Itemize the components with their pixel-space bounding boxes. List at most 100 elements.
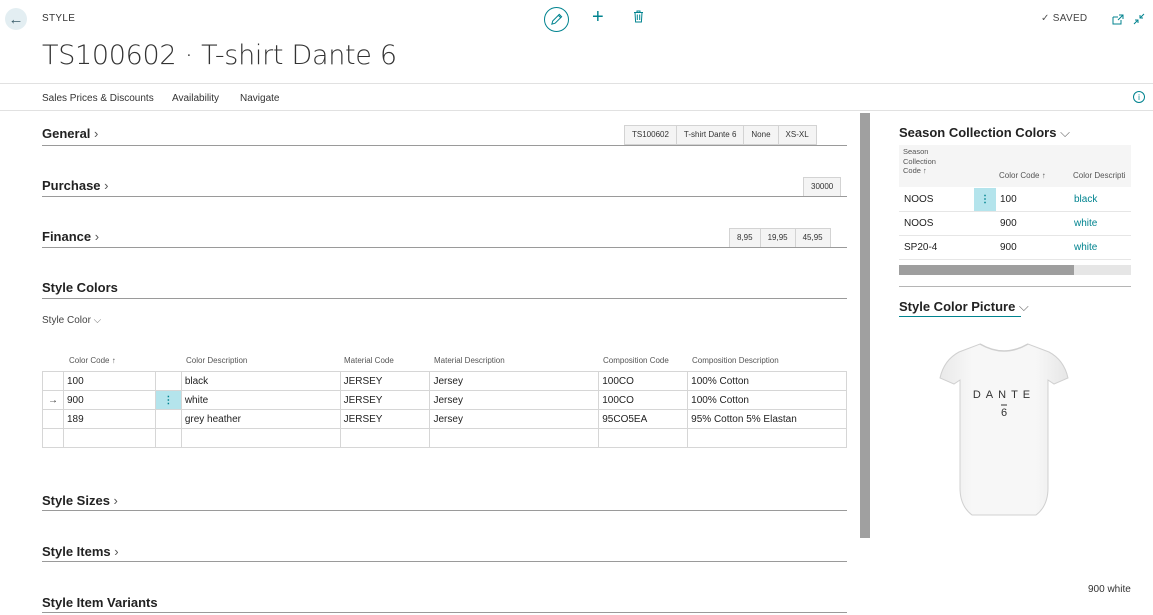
style-color-menu[interactable]: Style Color ⌵ — [42, 315, 101, 326]
style-color-picture-title[interactable]: Style Color Picture ⌵ — [899, 299, 1029, 315]
cell-material-description[interactable]: Jersey — [429, 409, 600, 429]
section-style-sizes[interactable]: Style Sizes › — [42, 493, 118, 508]
collapse-button[interactable] — [1133, 12, 1145, 30]
arrow-left-icon: ← — [8, 10, 24, 28]
title-underline — [899, 316, 1021, 317]
section-style-item-variants[interactable]: Style Item Variants — [42, 595, 158, 610]
cell-color-description[interactable]: grey heather — [180, 409, 341, 429]
action-navigate[interactable]: Navigate — [240, 93, 279, 104]
cell-color-description[interactable]: white — [1074, 242, 1097, 253]
chevron-right-icon: › — [90, 126, 99, 141]
column-header[interactable]: Color Description — [186, 356, 247, 365]
svg-text:6: 6 — [1001, 407, 1007, 419]
cell-color-code[interactable]: 900 — [1000, 218, 1017, 229]
info-icon[interactable]: i — [1133, 91, 1145, 103]
back-button[interactable]: ← — [5, 8, 27, 30]
open-new-window-icon — [1112, 14, 1124, 25]
column-header-color-description[interactable]: Color Descripti — [1073, 171, 1131, 180]
table-row[interactable]: SP20-4 900 white — [899, 236, 1131, 260]
cell-material-code[interactable]: JERSEY — [339, 390, 431, 410]
cell-color-code[interactable]: 100 — [62, 371, 156, 391]
action-sales-prices[interactable]: Sales Prices & Discounts — [42, 93, 154, 104]
cell-season-code[interactable]: NOOS — [904, 194, 933, 205]
vertical-scrollbar[interactable] — [860, 113, 870, 538]
table-row[interactable]: 100 black JERSEY Jersey 100CO 100% Cotto… — [42, 371, 847, 391]
summary-chip: T-shirt Dante 6 — [676, 126, 745, 144]
cell-material-code[interactable]: JERSEY — [339, 371, 431, 391]
column-header[interactable]: Composition Description — [692, 356, 779, 365]
cell-color-description[interactable]: white — [1074, 218, 1097, 229]
column-header[interactable]: Color Code ↑ — [69, 356, 116, 365]
table-row[interactable]: → 900 ⋮ white JERSEY Jersey 100CO 100% C… — [42, 390, 847, 410]
cell-color-description[interactable]: black — [180, 371, 341, 391]
divider — [42, 510, 847, 511]
page-type-label: STYLE — [42, 13, 76, 24]
delete-button[interactable] — [633, 10, 644, 28]
section-finance[interactable]: Finance › — [42, 229, 99, 244]
summary-chip: TS100602 — [625, 126, 677, 144]
summary-chip: None — [744, 126, 779, 144]
cell-composition-description[interactable]: 95% Cotton 5% Elastan — [687, 409, 847, 429]
chevron-right-icon: › — [100, 178, 109, 193]
row-actions-button[interactable]: ⋮ — [154, 390, 182, 410]
horizontal-scrollbar-thumb[interactable] — [899, 265, 1074, 275]
column-header-season-code[interactable]: Season Collection Code ↑ — [903, 147, 936, 176]
section-purchase[interactable]: Purchase › — [42, 178, 109, 193]
cell-color-description[interactable]: black — [1074, 194, 1097, 205]
cell-color-code[interactable]: 900 — [1000, 242, 1017, 253]
section-style-items[interactable]: Style Items › — [42, 544, 119, 559]
cell-material-code[interactable]: JERSEY — [339, 409, 431, 429]
cell-color-code[interactable]: 900 — [62, 390, 156, 410]
cell-composition-code[interactable]: 100CO — [598, 371, 689, 391]
chevron-down-icon: ⌵ — [1015, 299, 1029, 314]
cell-color-code[interactable]: 100 — [1000, 194, 1017, 205]
cell-season-code[interactable]: NOOS — [904, 218, 933, 229]
page-title: TS100602 · T-shirt Dante 6 — [42, 40, 397, 71]
action-availability[interactable]: Availability — [172, 93, 219, 104]
chevron-right-icon: › — [110, 544, 119, 559]
pencil-icon — [551, 13, 563, 25]
section-style-colors[interactable]: Style Colors — [42, 280, 118, 295]
cell-composition-description[interactable]: 100% Cotton — [687, 390, 847, 410]
season-collection-colors-title[interactable]: Season Collection Colors ⌵ — [899, 125, 1070, 141]
finance-summary: 8,95 19,95 45,95 — [729, 228, 831, 248]
column-header[interactable]: Composition Code — [603, 356, 669, 365]
table-row-empty[interactable] — [42, 428, 847, 448]
chevron-right-icon: › — [109, 493, 118, 508]
divider — [899, 286, 1131, 287]
style-colors-grid: 100 black JERSEY Jersey 100CO 100% Cotto… — [42, 371, 847, 448]
trash-icon — [634, 10, 643, 23]
divider — [42, 145, 847, 146]
checkmark-icon: ✓ — [1041, 13, 1050, 24]
style-color-picture[interactable]: DANTE 6 — [924, 338, 1084, 525]
cell-material-description[interactable]: Jersey — [429, 371, 600, 391]
cell-composition-description[interactable]: 100% Cotton — [687, 371, 847, 391]
table-row[interactable]: NOOS 900 white — [899, 212, 1131, 236]
cell-material-description[interactable]: Jersey — [429, 390, 600, 410]
cell-season-code[interactable]: SP20-4 — [904, 242, 937, 253]
cell-composition-code[interactable]: 100CO — [598, 390, 689, 410]
cell-color-description[interactable]: white — [180, 390, 341, 410]
divider — [42, 196, 847, 197]
summary-chip: 19,95 — [760, 229, 796, 247]
column-header[interactable]: Material Code — [344, 356, 394, 365]
table-row[interactable]: 189 grey heather JERSEY Jersey 95CO5EA 9… — [42, 409, 847, 429]
summary-chip: 8,95 — [730, 229, 761, 247]
row-actions-button[interactable]: ⋮ — [974, 188, 996, 211]
new-button[interactable]: + — [592, 7, 604, 27]
table-row[interactable]: NOOS ⋮ 100 black — [899, 188, 1131, 212]
divider — [42, 247, 847, 248]
column-header[interactable]: Material Description — [434, 356, 505, 365]
edit-button[interactable] — [544, 7, 569, 32]
section-general[interactable]: General › — [42, 126, 98, 141]
chevron-down-icon: ⌵ — [90, 315, 102, 326]
column-header-color-code[interactable]: Color Code ↑ — [999, 171, 1046, 180]
tshirt-image: DANTE 6 — [939, 343, 1069, 516]
current-row-arrow-icon: → — [42, 390, 64, 410]
cell-composition-code[interactable]: 95CO5EA — [598, 409, 689, 429]
open-new-window-button[interactable] — [1112, 12, 1124, 30]
picture-caption: 900 white — [1088, 584, 1131, 595]
cell-color-code[interactable]: 189 — [62, 409, 156, 429]
saved-status: ✓ SAVED — [1041, 13, 1088, 24]
chevron-right-icon: › — [91, 229, 100, 244]
